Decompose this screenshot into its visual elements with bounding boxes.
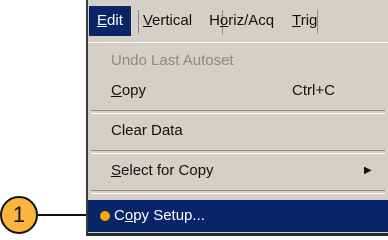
menu-vertical-mnemonic: V bbox=[142, 12, 153, 29]
copy-setup-pre: C bbox=[114, 207, 125, 224]
menu-edit-rest: dit bbox=[107, 12, 123, 29]
edit-menu-window: Edit Vertical Horiz/Acq Trig Undo Last A… bbox=[86, 0, 388, 236]
menu-item-copy[interactable]: Copy Ctrl+C bbox=[88, 75, 388, 107]
menu-item-copy-setup[interactable]: Copy Setup... bbox=[88, 200, 388, 232]
copy-setup-mnemonic: o bbox=[124, 207, 134, 224]
copy-shortcut: Ctrl+C bbox=[292, 82, 335, 99]
copy-label-rest: opy bbox=[121, 82, 147, 99]
menu-horiz-acq[interactable]: Horiz/Acq bbox=[201, 6, 282, 36]
menu-edit[interactable]: Edit bbox=[89, 6, 131, 36]
menu-vertical-rest: ertical bbox=[152, 12, 193, 29]
menu-item-undo-last-autoset: Undo Last Autoset bbox=[111, 52, 234, 69]
callout-badge: 1 bbox=[0, 196, 38, 234]
menu-trig-mnemonic: T bbox=[292, 12, 301, 29]
menu-horiz-acq-mnemonic: o bbox=[219, 12, 229, 29]
select-for-copy-label-rest: elect for Copy bbox=[121, 162, 214, 179]
callout-number: 1 bbox=[12, 202, 26, 227]
menu-item-clear-data[interactable]: Clear Data bbox=[88, 115, 388, 147]
menu-trig[interactable]: Trig bbox=[284, 6, 325, 36]
select-for-copy-mnemonic: S bbox=[111, 162, 122, 179]
menu-divider bbox=[91, 150, 385, 154]
menu-divider bbox=[91, 190, 385, 194]
submenu-arrow-icon: ▶ bbox=[364, 165, 372, 176]
menu-item-select-for-copy[interactable]: Select for Copy ▶ bbox=[88, 155, 388, 187]
bullet-dot-icon bbox=[100, 211, 110, 221]
menu-vertical[interactable]: Vertical bbox=[135, 6, 200, 36]
copy-setup-label-rest: py Setup... bbox=[133, 207, 205, 224]
copy-mnemonic: C bbox=[111, 82, 122, 99]
menu-horiz-acq-rest: riz/Acq bbox=[228, 12, 275, 29]
edit-dropdown-menu: Undo Last Autoset Copy Ctrl+C Clear Data … bbox=[88, 42, 388, 234]
menu-bar: Edit Vertical Horiz/Acq Trig bbox=[88, 2, 388, 40]
menu-horiz-acq-pre: H bbox=[209, 12, 220, 29]
menu-divider bbox=[91, 110, 385, 114]
menu-trig-rest: rig bbox=[300, 12, 318, 29]
menu-edit-mnemonic: E bbox=[97, 12, 108, 29]
